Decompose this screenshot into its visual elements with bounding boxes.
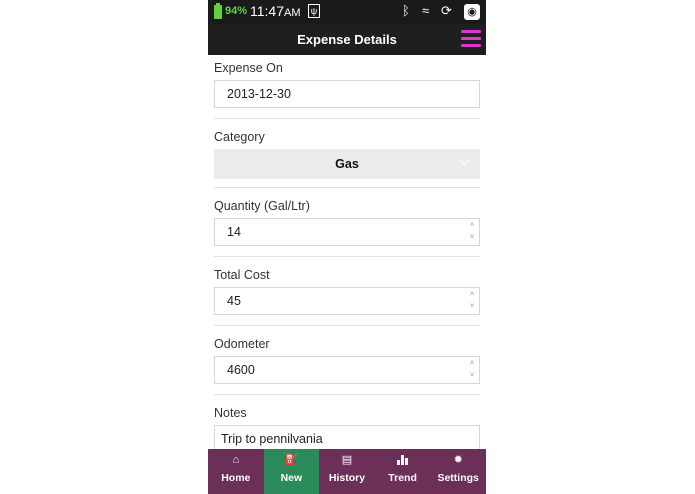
divider xyxy=(214,187,480,188)
gas-pump-icon: ⛽ xyxy=(284,454,299,466)
odometer-input[interactable]: 4600 ˄ ˅ xyxy=(214,356,480,384)
gear-icon: ✹ xyxy=(453,454,463,466)
divider xyxy=(214,256,480,257)
expense-form: Expense On 2013-12-30 Category Gas Quant… xyxy=(208,55,486,449)
status-bar: 94% 11:47AM ψ ᛒ ≈ ⟳ ◉ xyxy=(208,0,486,24)
clock-suffix: AM xyxy=(284,7,301,19)
total-cost-value: 45 xyxy=(227,294,241,308)
nav-new[interactable]: ⛽ New xyxy=(263,449,320,494)
usb-icon: ψ xyxy=(308,4,320,18)
expense-on-input[interactable]: 2013-12-30 xyxy=(214,80,480,108)
odometer-value: 4600 xyxy=(227,363,255,377)
bar-chart-icon xyxy=(375,449,431,469)
total-cost-stepper[interactable]: ˄ ˅ xyxy=(468,289,476,313)
category-label: Category xyxy=(214,130,265,144)
category-select[interactable]: Gas xyxy=(214,149,480,179)
quantity-value: 14 xyxy=(227,225,241,239)
battery-percent: 94% xyxy=(225,5,248,17)
menu-bar-bottom xyxy=(461,44,481,47)
app-screen: 94% 11:47AM ψ ᛒ ≈ ⟳ ◉ Expense Details Ex… xyxy=(208,0,486,494)
clock-time: 11:47 xyxy=(250,3,284,19)
bottom-nav: ⌂ Home ⛽ New ▤ History Trend ✹ Settings xyxy=(208,449,486,494)
battery-icon xyxy=(214,3,222,19)
nav-trend-label: Trend xyxy=(388,472,417,484)
divider xyxy=(214,325,480,326)
title-bar: Expense Details xyxy=(208,24,486,55)
app-icon: ◉ xyxy=(464,4,480,20)
quantity-input[interactable]: 14 ˄ ˅ xyxy=(214,218,480,246)
hamburger-menu-icon[interactable] xyxy=(461,26,481,48)
menu-bar-top xyxy=(461,30,481,33)
nav-home-label: Home xyxy=(221,472,251,484)
nav-settings-label: Settings xyxy=(437,472,479,484)
total-cost-label: Total Cost xyxy=(214,268,270,282)
nav-home[interactable]: ⌂ Home xyxy=(208,449,264,494)
divider xyxy=(214,394,480,395)
nav-history-label: History xyxy=(328,472,366,484)
nav-trend[interactable]: Trend xyxy=(375,449,431,494)
bar-chart-glyph xyxy=(396,455,409,465)
clock: 11:47AM xyxy=(250,3,301,19)
notes-textarea[interactable]: Trip to pennilvania xyxy=(214,425,480,449)
expense-on-label: Expense On xyxy=(214,61,283,75)
expense-on-value: 2013-12-30 xyxy=(227,87,291,101)
wifi-icon: ≈ xyxy=(422,3,430,18)
category-value: Gas xyxy=(335,157,359,171)
quantity-stepper[interactable]: ˄ ˅ xyxy=(468,220,476,244)
total-cost-input[interactable]: 45 ˄ ˅ xyxy=(214,287,480,315)
nav-new-label: New xyxy=(280,472,303,484)
sync-icon: ⟳ xyxy=(441,3,452,18)
nav-settings[interactable]: ✹ Settings xyxy=(430,449,486,494)
bluetooth-icon: ᛒ xyxy=(402,3,410,18)
odometer-label: Odometer xyxy=(214,337,270,351)
chevron-down-icon xyxy=(459,155,470,166)
nav-history[interactable]: ▤ History xyxy=(319,449,375,494)
history-icon: ▤ xyxy=(341,454,353,466)
odometer-stepper[interactable]: ˄ ˅ xyxy=(468,358,476,382)
notes-label: Notes xyxy=(214,406,247,420)
home-icon: ⌂ xyxy=(232,454,240,466)
notes-value: Trip to pennilvania xyxy=(221,432,323,446)
menu-bar-middle xyxy=(461,37,481,40)
page-title: Expense Details xyxy=(297,32,397,47)
divider xyxy=(214,118,480,119)
quantity-label: Quantity (Gal/Ltr) xyxy=(214,199,310,213)
